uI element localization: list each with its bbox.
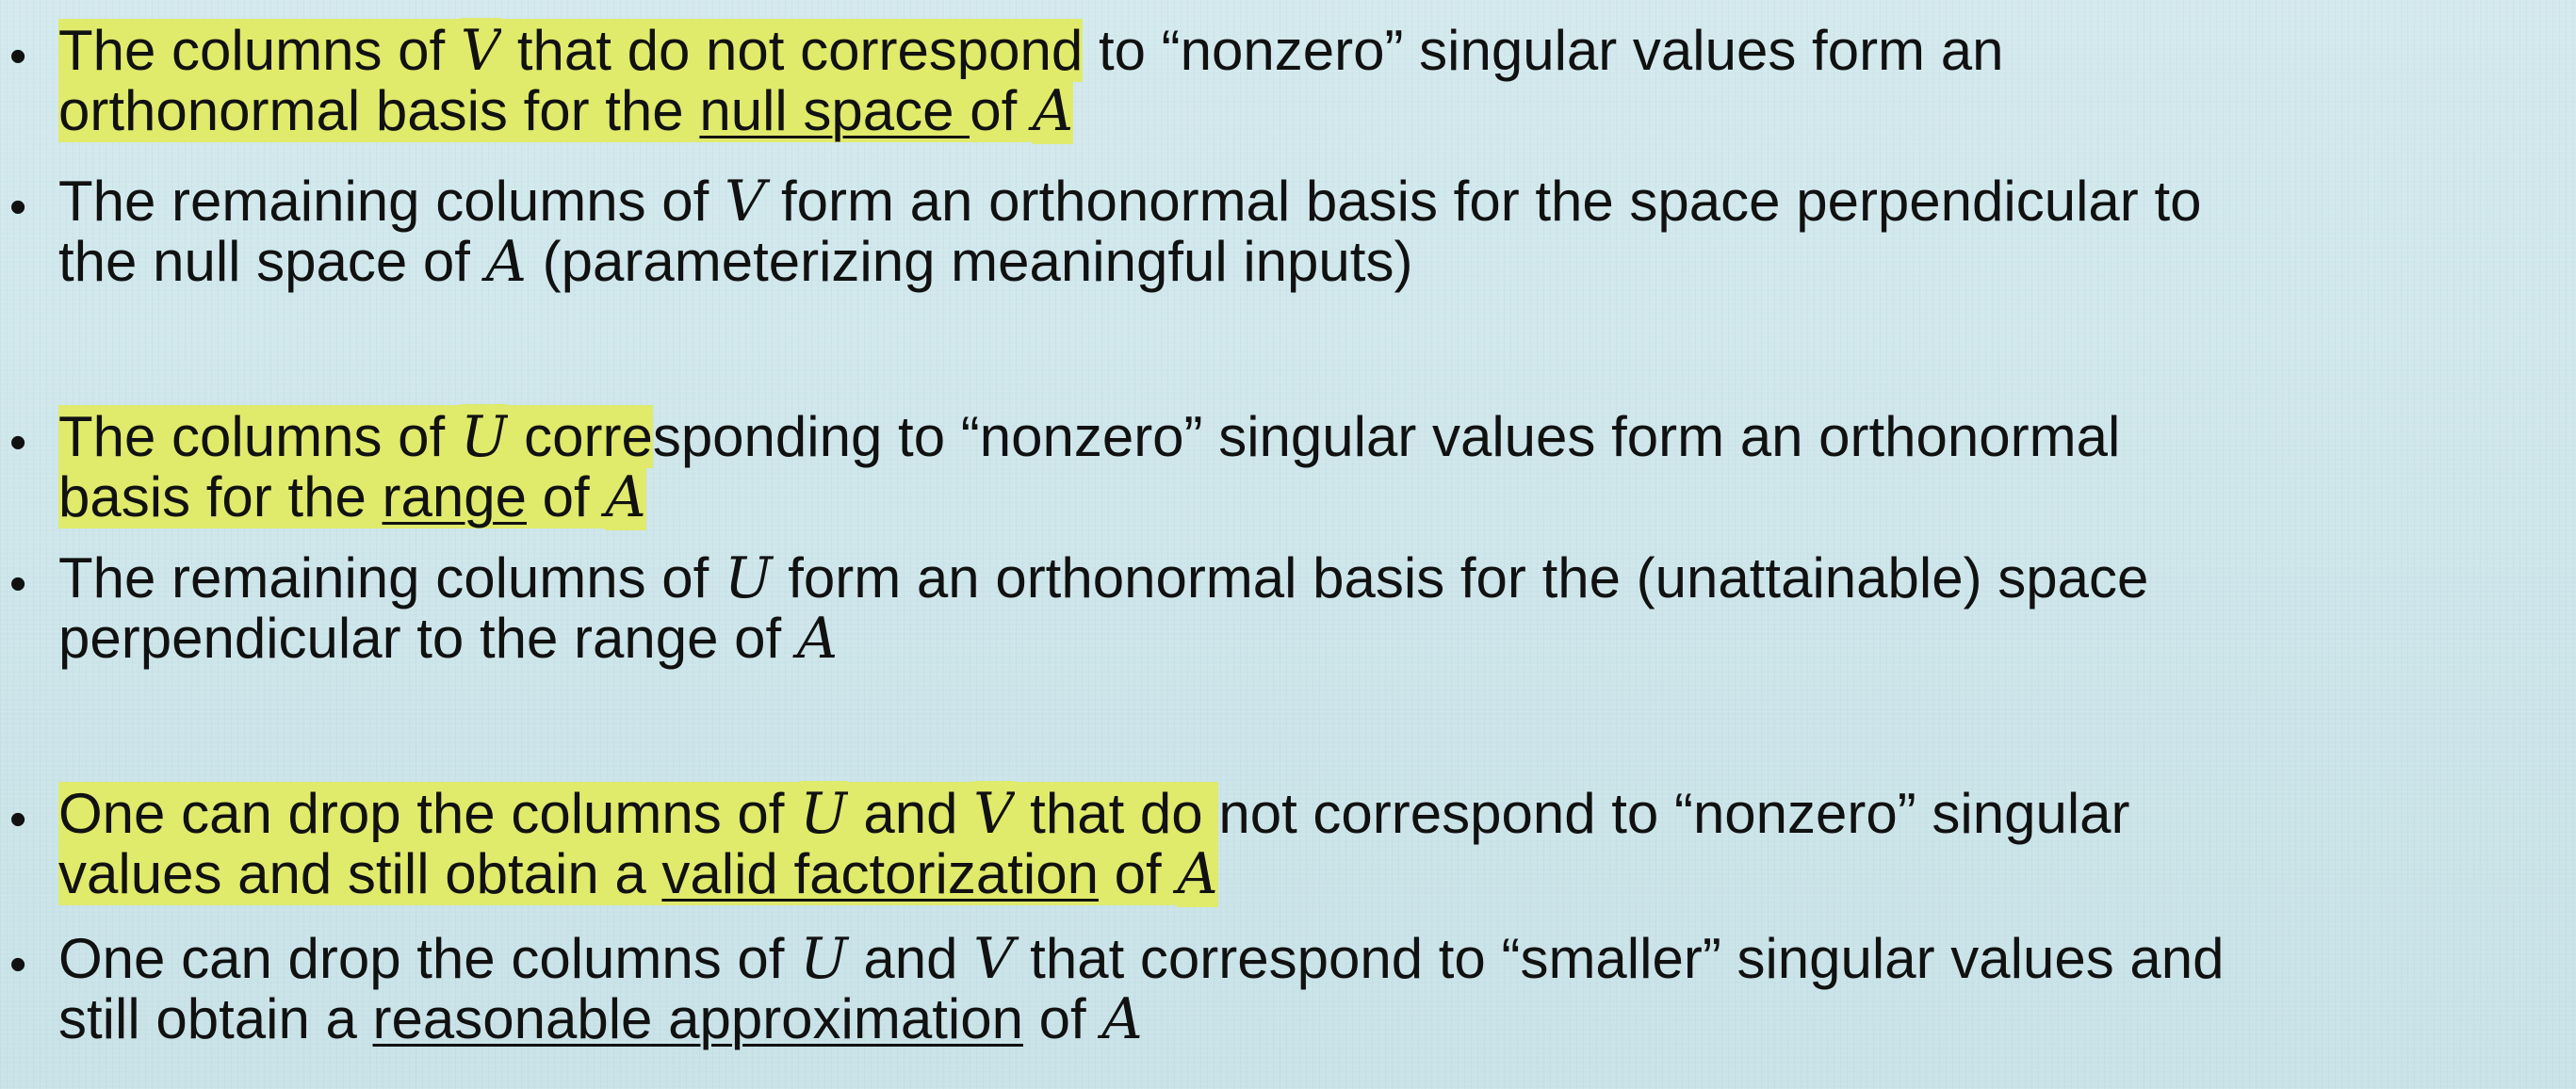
math-variable: V <box>973 926 1015 992</box>
text-run: (parameterizing meaningful inputs) <box>526 230 1413 293</box>
underlined-term: null space <box>699 79 970 142</box>
highlighted-text: values and still obtain a <box>58 842 662 905</box>
text-run: still obtain a <box>58 987 373 1050</box>
math-variable: A <box>1032 78 1074 144</box>
bullet-marker: • <box>9 557 27 611</box>
math-variable: U <box>725 545 773 611</box>
text-run: to “nonzero” singular values form an <box>1083 19 2004 82</box>
math-variable: U <box>800 926 848 992</box>
bullet-text: One can drop the columns of U and V that… <box>58 781 2555 907</box>
highlighted-text: orthonormal basis for the <box>58 79 700 142</box>
bullet-text: The remaining columns of V form an ortho… <box>58 169 2555 295</box>
bullet-text: The columns of V that do not correspond … <box>58 18 2555 144</box>
text-run: perpendicular to the range of <box>58 607 797 670</box>
highlighted-text: that do not correspond <box>501 19 1084 82</box>
math-variable: A <box>1101 986 1143 1052</box>
text-run: The remaining columns of <box>58 546 725 610</box>
math-variable: A <box>605 464 646 530</box>
underlined-term: range <box>382 465 527 528</box>
highlighted-text: corre <box>508 405 653 468</box>
math-variable: A <box>1177 841 1218 907</box>
bullet-line: The columns of V that do not correspond … <box>58 18 2555 84</box>
text-run: One can drop the columns of <box>58 927 801 990</box>
text-run: The remaining columns of <box>58 170 725 233</box>
bullet-text: The remaining columns of U form an ortho… <box>58 545 2555 672</box>
text-run: form an orthonormal basis for the (unatt… <box>772 546 2149 610</box>
bullet-line: the null space of A (parameterizing mean… <box>58 229 2555 295</box>
bullet-text: One can drop the columns of U and V that… <box>58 926 2555 1052</box>
bullet-marker: • <box>9 29 27 84</box>
text-run: and <box>847 927 974 990</box>
bullet-line: values and still obtain a valid factoriz… <box>58 841 2555 907</box>
math-variable: V <box>460 18 502 84</box>
highlighted-text: basis for the <box>58 465 383 528</box>
bullet-line: basis for the range of A <box>58 464 2555 530</box>
bullet-line: still obtain a reasonable approximation … <box>58 986 2555 1052</box>
bullet-marker: • <box>9 180 27 235</box>
math-variable: V <box>973 781 1015 847</box>
bullet-text: The columns of U corresponding to “nonze… <box>58 404 2555 530</box>
bullet-line: The remaining columns of V form an ortho… <box>58 169 2555 235</box>
math-variable: U <box>800 781 848 847</box>
bullet-marker: • <box>9 792 27 847</box>
text-run: not correspond to “nonzero” singular <box>1218 782 2130 845</box>
bullet-line: orthonormal basis for the null space of … <box>58 78 2555 144</box>
math-variable: U <box>460 404 509 470</box>
highlighted-text: that do <box>1014 782 1219 845</box>
highlighted-text: The columns of <box>58 19 461 82</box>
highlighted-text: One can drop the columns of <box>58 782 801 845</box>
underlined-term: valid factorization <box>661 842 1099 905</box>
text-run: form an orthonormal basis for the space … <box>765 170 2202 233</box>
text-run: of <box>1022 987 1102 1050</box>
bullet-line: perpendicular to the range of A <box>58 606 2555 672</box>
underlined-term: reasonable approximation <box>372 987 1023 1050</box>
highlighted-text: of <box>1098 842 1178 905</box>
bullet-marker: • <box>9 415 27 470</box>
bullet-line: The remaining columns of U form an ortho… <box>58 545 2555 611</box>
bullet-marker: • <box>9 937 27 992</box>
math-variable: A <box>485 229 527 295</box>
bullet-line: The columns of U corresponding to “nonze… <box>58 404 2555 470</box>
highlighted-text: The columns of <box>58 405 461 468</box>
math-variable: A <box>796 606 839 672</box>
highlighted-text: of <box>526 465 606 528</box>
bullet-line: One can drop the columns of U and V that… <box>58 781 2555 847</box>
math-variable: V <box>725 169 766 235</box>
text-run: sponding to “nonzero” singular values fo… <box>652 405 2121 468</box>
highlighted-text: of <box>970 79 1033 142</box>
highlighted-text: and <box>847 782 974 845</box>
bullet-line: One can drop the columns of U and V that… <box>58 926 2555 992</box>
text-run: that correspond to “smaller” singular va… <box>1014 927 2225 990</box>
slide: • The columns of V that do not correspon… <box>0 0 2576 1089</box>
text-run: the null space of <box>58 230 486 293</box>
